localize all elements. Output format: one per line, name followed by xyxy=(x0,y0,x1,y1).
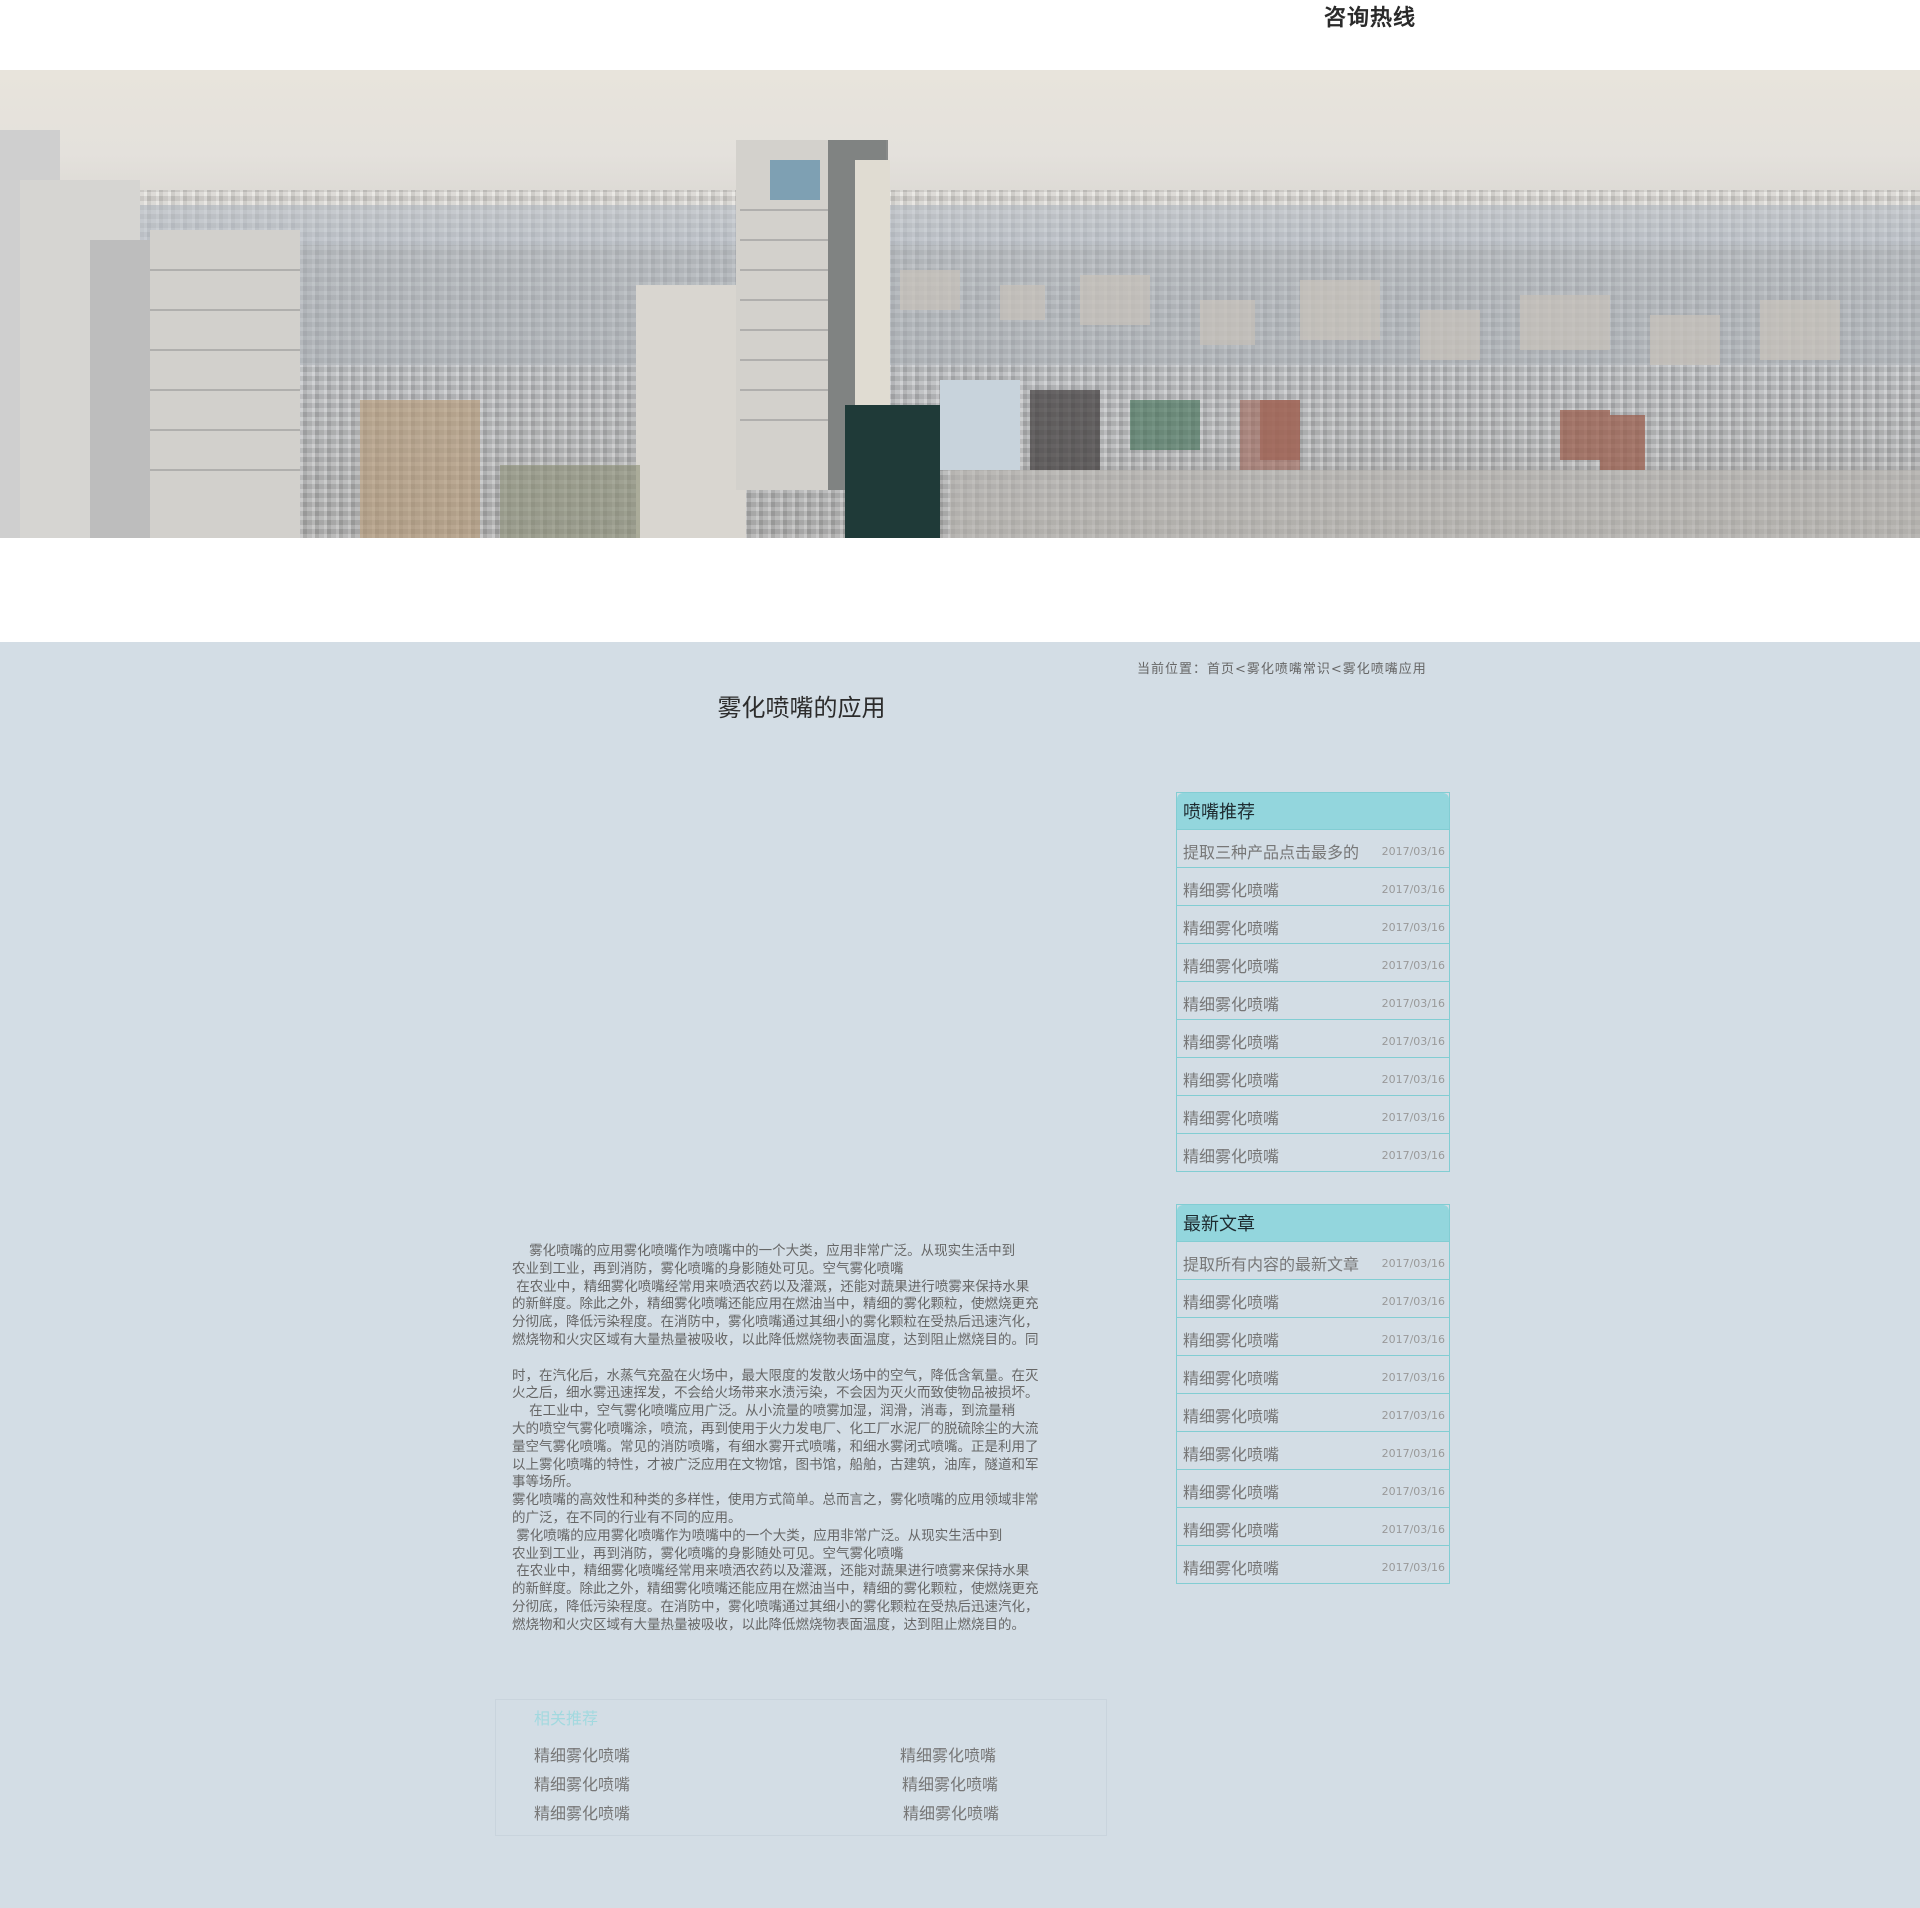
list-item[interactable]: 精细雾化喷嘴 2017/03/16 xyxy=(1177,1057,1449,1095)
item-date: 2017/03/16 xyxy=(1381,1523,1445,1536)
list-item[interactable]: 精细雾化喷嘴 2017/03/16 xyxy=(1177,1317,1449,1355)
list-item[interactable]: 精细雾化喷嘴 2017/03/16 xyxy=(1177,1507,1449,1545)
related-link[interactable]: 精细雾化喷嘴 xyxy=(902,1771,998,1795)
item-title[interactable]: 精细雾化喷嘴 xyxy=(1183,1403,1279,1427)
item-date: 2017/03/16 xyxy=(1381,1295,1445,1308)
related-recommend-box: 相关推荐 精细雾化喷嘴 精细雾化喷嘴 精细雾化喷嘴 精细雾化喷嘴 精细雾化喷嘴 … xyxy=(495,1699,1107,1836)
list-item[interactable]: 精细雾化喷嘴 2017/03/16 xyxy=(1177,1019,1449,1057)
item-date: 2017/03/16 xyxy=(1381,1035,1445,1048)
item-date: 2017/03/16 xyxy=(1381,1485,1445,1498)
item-date: 2017/03/16 xyxy=(1381,1073,1445,1086)
list-item[interactable]: 提取三种产品点击最多的 2017/03/16 xyxy=(1177,829,1449,867)
article-body: 雾化喷嘴的应用雾化喷嘴作为喷嘴中的一个大类，应用非常广泛。从现实生活中到 农业到… xyxy=(512,1243,1092,1635)
item-date: 2017/03/16 xyxy=(1381,1111,1445,1124)
list-item[interactable]: 精细雾化喷嘴 2017/03/16 xyxy=(1177,1355,1449,1393)
item-date: 2017/03/16 xyxy=(1381,1561,1445,1574)
item-title[interactable]: 精细雾化喷嘴 xyxy=(1183,1143,1279,1167)
list-item[interactable]: 精细雾化喷嘴 2017/03/16 xyxy=(1177,1431,1449,1469)
related-link[interactable]: 精细雾化喷嘴 xyxy=(534,1800,630,1824)
item-title[interactable]: 精细雾化喷嘴 xyxy=(1183,915,1279,939)
top-header: 咨询热线 xyxy=(0,0,1920,70)
panel-title: 最新文章 xyxy=(1177,1205,1449,1241)
item-date: 2017/03/16 xyxy=(1381,997,1445,1010)
item-title[interactable]: 精细雾化喷嘴 xyxy=(1183,1029,1279,1053)
banner-skyline xyxy=(0,130,1920,538)
item-title[interactable]: 精细雾化喷嘴 xyxy=(1183,1327,1279,1351)
article-paragraph: 雾化喷嘴的应用雾化喷嘴作为喷嘴中的一个大类，应用非常广泛。从现实生活中到 农业到… xyxy=(512,1243,1039,1633)
hotline-label: 咨询热线 xyxy=(1324,6,1417,31)
item-date: 2017/03/16 xyxy=(1381,1447,1445,1460)
item-date: 2017/03/16 xyxy=(1381,1371,1445,1384)
item-title[interactable]: 提取三种产品点击最多的 xyxy=(1183,839,1359,863)
item-title[interactable]: 精细雾化喷嘴 xyxy=(1183,1365,1279,1389)
item-title[interactable]: 精细雾化喷嘴 xyxy=(1183,1067,1279,1091)
related-link[interactable]: 精细雾化喷嘴 xyxy=(900,1742,996,1766)
list-item[interactable]: 精细雾化喷嘴 2017/03/16 xyxy=(1177,1095,1449,1133)
list-item[interactable]: 精细雾化喷嘴 2017/03/16 xyxy=(1177,1545,1449,1583)
item-title[interactable]: 精细雾化喷嘴 xyxy=(1183,1517,1279,1541)
nozzle-recommend-panel: 喷嘴推荐 提取三种产品点击最多的 2017/03/16 精细雾化喷嘴 2017/03… xyxy=(1176,792,1450,1172)
article-title: 雾化喷嘴的应用 xyxy=(717,694,886,722)
list-item[interactable]: 精细雾化喷嘴 2017/03/16 xyxy=(1177,1469,1449,1507)
item-title[interactable]: 提取所有内容的最新文章 xyxy=(1183,1251,1359,1275)
item-date: 2017/03/16 xyxy=(1381,959,1445,972)
list-item[interactable]: 精细雾化喷嘴 2017/03/16 xyxy=(1177,981,1449,1019)
latest-articles-panel: 最新文章 提取所有内容的最新文章 2017/03/16 精细雾化喷嘴 2017/03… xyxy=(1176,1204,1450,1584)
related-link[interactable]: 精细雾化喷嘴 xyxy=(534,1771,630,1795)
item-title[interactable]: 精细雾化喷嘴 xyxy=(1183,1441,1279,1465)
item-title[interactable]: 精细雾化喷嘴 xyxy=(1183,1555,1279,1579)
item-date: 2017/03/16 xyxy=(1381,1409,1445,1422)
item-date: 2017/03/16 xyxy=(1381,1149,1445,1162)
item-title[interactable]: 精细雾化喷嘴 xyxy=(1183,877,1279,901)
list-item[interactable]: 精细雾化喷嘴 2017/03/16 xyxy=(1177,905,1449,943)
breadcrumb[interactable]: 当前位置：首页<雾化喷嘴常识<雾化喷嘴应用 xyxy=(1137,658,1427,677)
item-title[interactable]: 精细雾化喷嘴 xyxy=(1183,1105,1279,1129)
list-item[interactable]: 精细雾化喷嘴 2017/03/16 xyxy=(1177,867,1449,905)
city-banner-image xyxy=(0,70,1920,538)
related-link[interactable]: 精细雾化喷嘴 xyxy=(534,1742,630,1766)
list-item[interactable]: 精细雾化喷嘴 2017/03/16 xyxy=(1177,1279,1449,1317)
item-date: 2017/03/16 xyxy=(1381,1257,1445,1270)
list-item[interactable]: 提取所有内容的最新文章 2017/03/16 xyxy=(1177,1241,1449,1279)
list-item[interactable]: 精细雾化喷嘴 2017/03/16 xyxy=(1177,1393,1449,1431)
item-date: 2017/03/16 xyxy=(1381,921,1445,934)
item-date: 2017/03/16 xyxy=(1381,883,1445,896)
list-item[interactable]: 精细雾化喷嘴 2017/03/16 xyxy=(1177,1133,1449,1171)
related-title: 相关推荐 xyxy=(534,1709,599,1728)
item-title[interactable]: 精细雾化喷嘴 xyxy=(1183,953,1279,977)
item-title[interactable]: 精细雾化喷嘴 xyxy=(1183,1289,1279,1313)
item-title[interactable]: 精细雾化喷嘴 xyxy=(1183,1479,1279,1503)
item-date: 2017/03/16 xyxy=(1381,845,1445,858)
panel-title: 喷嘴推荐 xyxy=(1177,793,1449,829)
item-title[interactable]: 精细雾化喷嘴 xyxy=(1183,991,1279,1015)
list-item[interactable]: 精细雾化喷嘴 2017/03/16 xyxy=(1177,943,1449,981)
item-date: 2017/03/16 xyxy=(1381,1333,1445,1346)
related-link[interactable]: 精细雾化喷嘴 xyxy=(903,1800,999,1824)
